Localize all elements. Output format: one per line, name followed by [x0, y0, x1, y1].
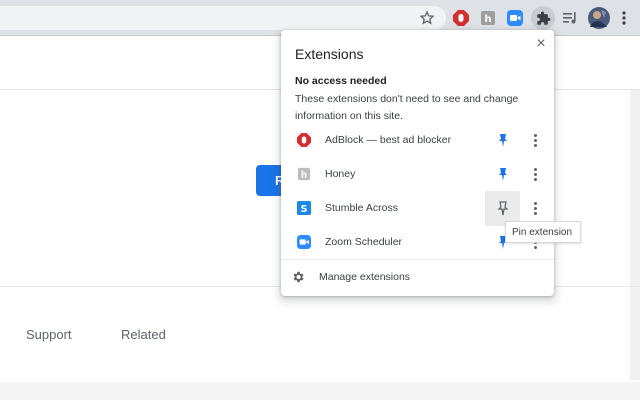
honey-icon[interactable]: h [478, 8, 498, 28]
gear-icon [291, 270, 305, 284]
extension-row-honey[interactable]: h Honey [281, 157, 554, 191]
page-footer [0, 382, 640, 400]
more-options-icon[interactable] [531, 200, 539, 216]
star-icon[interactable] [417, 8, 437, 28]
extension-name: Stumble Across [325, 202, 398, 214]
zoom-icon [297, 235, 311, 249]
adblock-icon[interactable] [451, 8, 471, 28]
media-queue-icon[interactable] [560, 8, 580, 28]
extension-row-adblock[interactable]: AdBlock — best ad blocker [281, 123, 554, 157]
manage-extensions-label: Manage extensions [319, 271, 411, 283]
manage-extensions-button[interactable]: Manage extensions [281, 260, 554, 294]
svg-text:S: S [301, 204, 308, 215]
more-options-icon[interactable] [531, 132, 539, 148]
extension-name: Zoom Scheduler [325, 236, 403, 248]
svg-text:h: h [484, 14, 491, 25]
stumble-across-icon: S [297, 201, 311, 215]
profile-avatar[interactable] [588, 7, 610, 29]
zoom-icon[interactable] [505, 8, 525, 28]
adblock-icon [297, 133, 311, 147]
pin-icon[interactable] [495, 166, 511, 182]
extension-name: AdBlock — best ad blocker [325, 134, 452, 146]
extensions-popup: Extensions × No access needed These exte… [281, 30, 554, 296]
popup-title: Extensions [295, 46, 364, 62]
section-description: These extensions don't need to see and c… [295, 93, 519, 122]
address-bar[interactable] [0, 6, 446, 30]
section-heading: No access needed [295, 75, 387, 87]
extensions-puzzle-icon[interactable] [531, 6, 555, 30]
svg-text:h: h [301, 171, 307, 181]
honey-icon: h [297, 167, 311, 181]
more-options-icon[interactable] [531, 166, 539, 182]
pin-icon[interactable] [495, 200, 511, 216]
related-link[interactable]: Related [121, 327, 166, 342]
extension-name: Honey [325, 168, 356, 180]
extension-row-stumble-across[interactable]: S Stumble Across [281, 191, 554, 225]
support-link[interactable]: Support [26, 327, 72, 342]
pin-icon[interactable] [495, 132, 511, 148]
menu-kebab-icon[interactable] [614, 8, 634, 28]
pin-extension-tooltip: Pin extension [505, 221, 581, 243]
page-scroll-area [630, 90, 640, 380]
close-icon[interactable]: × [533, 36, 549, 52]
